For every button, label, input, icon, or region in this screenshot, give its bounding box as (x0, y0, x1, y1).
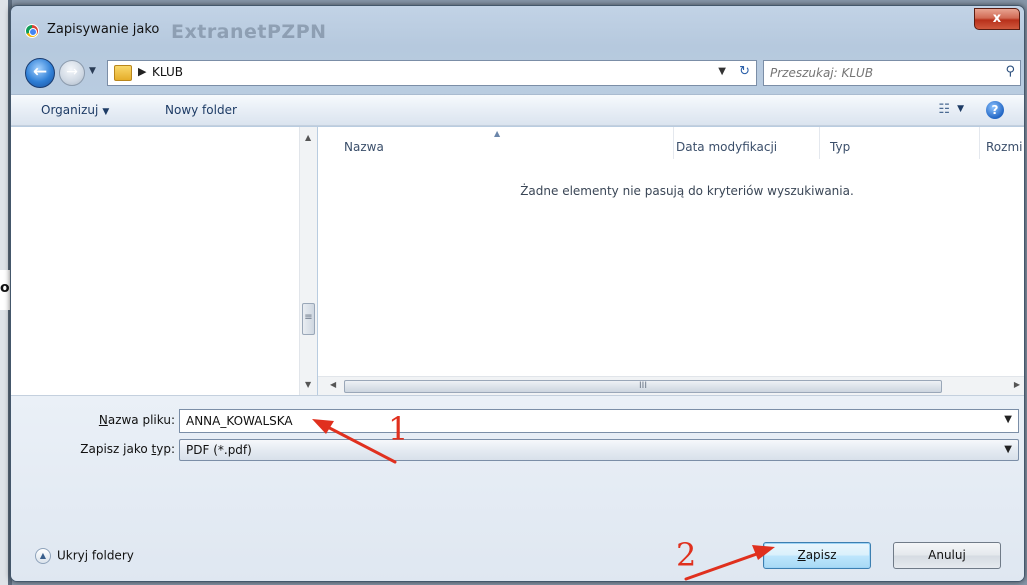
filetype-label: Zapisz jako typ: (80, 442, 175, 456)
save-as-dialog: Zapisywanie jako ExtranetPZPN x ← → ▼ ▶ … (10, 5, 1025, 582)
arrow-left-icon: ← (32, 62, 48, 82)
navigation-pane[interactable]: ▲ ≡ ▼ (11, 127, 317, 395)
recent-locations-dropdown[interactable]: ▼ (89, 66, 96, 76)
new-folder-button[interactable]: Nowy folder (165, 103, 237, 117)
filetype-dropdown-icon[interactable]: ▼ (1004, 444, 1012, 455)
organize-label: Organizuj (41, 103, 99, 117)
help-icon[interactable]: ? (986, 101, 1004, 119)
chevron-down-icon: ▼ (102, 107, 110, 117)
search-input[interactable] (770, 64, 990, 82)
background-window-title: ExtranetPZPN (171, 21, 327, 43)
breadcrumb-arrow-icon[interactable]: ▶ (138, 65, 146, 78)
title-bar: Zapisywanie jako ExtranetPZPN x (11, 6, 1024, 52)
breadcrumb-klub[interactable]: KLUB (152, 65, 183, 79)
save-button[interactable]: Zapisz (763, 542, 871, 569)
column-header-date[interactable]: Data modyfikacji (676, 127, 820, 159)
address-bar[interactable]: ▶ KLUB ▼ ↻ (107, 60, 757, 86)
scroll-up-icon[interactable]: ▲ (305, 133, 311, 142)
file-list[interactable]: ▲ Nazwa Data modyfikacji Typ Rozmi Żadne… (318, 127, 1024, 395)
hide-folders-label: Ukryj foldery (57, 548, 134, 563)
window-title: Zapisywanie jako (47, 22, 160, 37)
save-form: Nazwa pliku: ▼ Zapisz jako typ: PDF (*.p… (11, 395, 1024, 581)
hide-folders-button[interactable]: ▲ Ukryj foldery (35, 548, 134, 564)
column-header-type[interactable]: Typ (830, 127, 980, 159)
chrome-icon (25, 24, 39, 38)
command-toolbar: Organizuj ▼ Nowy folder ☷ ▼ ? (11, 94, 1024, 126)
address-dropdown-icon[interactable]: ▼ (718, 66, 726, 77)
cancel-button[interactable]: Anuluj (893, 542, 1001, 569)
scroll-right-icon[interactable]: ▶ (1014, 380, 1020, 389)
navigation-bar: ← → ▼ ▶ KLUB ▼ ↻ ⚲ (11, 52, 1024, 92)
filetype-select[interactable]: PDF (*.pdf) ▼ (179, 439, 1019, 461)
horizontal-scrollbar[interactable]: ◀ III ▶ (318, 376, 1024, 395)
folder-icon (114, 65, 132, 81)
forward-button[interactable]: → (59, 60, 85, 86)
search-icon[interactable]: ⚲ (1005, 64, 1015, 79)
scroll-thumb[interactable]: ≡ (302, 303, 315, 335)
filename-field[interactable]: ▼ (179, 409, 1019, 433)
filetype-value: PDF (*.pdf) (186, 443, 252, 457)
scroll-left-icon[interactable]: ◀ (330, 380, 336, 389)
filename-dropdown-icon[interactable]: ▼ (1004, 414, 1012, 425)
arrow-right-icon: → (66, 64, 78, 80)
organize-menu[interactable]: Organizuj ▼ (41, 103, 109, 117)
column-header-name[interactable]: Nazwa (344, 127, 674, 159)
scroll-thumb[interactable]: III (344, 380, 942, 393)
column-header-size[interactable]: Rozmi (986, 127, 1024, 159)
close-button[interactable]: x (974, 8, 1020, 30)
filename-input[interactable] (186, 412, 986, 430)
chevron-up-icon: ▲ (35, 548, 51, 564)
back-button[interactable]: ← (25, 58, 55, 88)
refresh-icon[interactable]: ↻ (739, 64, 750, 79)
search-box[interactable]: ⚲ (763, 60, 1021, 86)
view-dropdown-icon[interactable]: ▼ (957, 104, 964, 114)
scroll-down-icon[interactable]: ▼ (305, 380, 311, 389)
view-options-icon[interactable]: ☷ (938, 102, 950, 117)
empty-results-message: Żadne elementy nie pasują do kryteriów w… (520, 184, 854, 198)
navigation-scrollbar[interactable]: ▲ ≡ ▼ (299, 127, 317, 395)
filename-label: Nazwa pliku: (98, 413, 175, 427)
